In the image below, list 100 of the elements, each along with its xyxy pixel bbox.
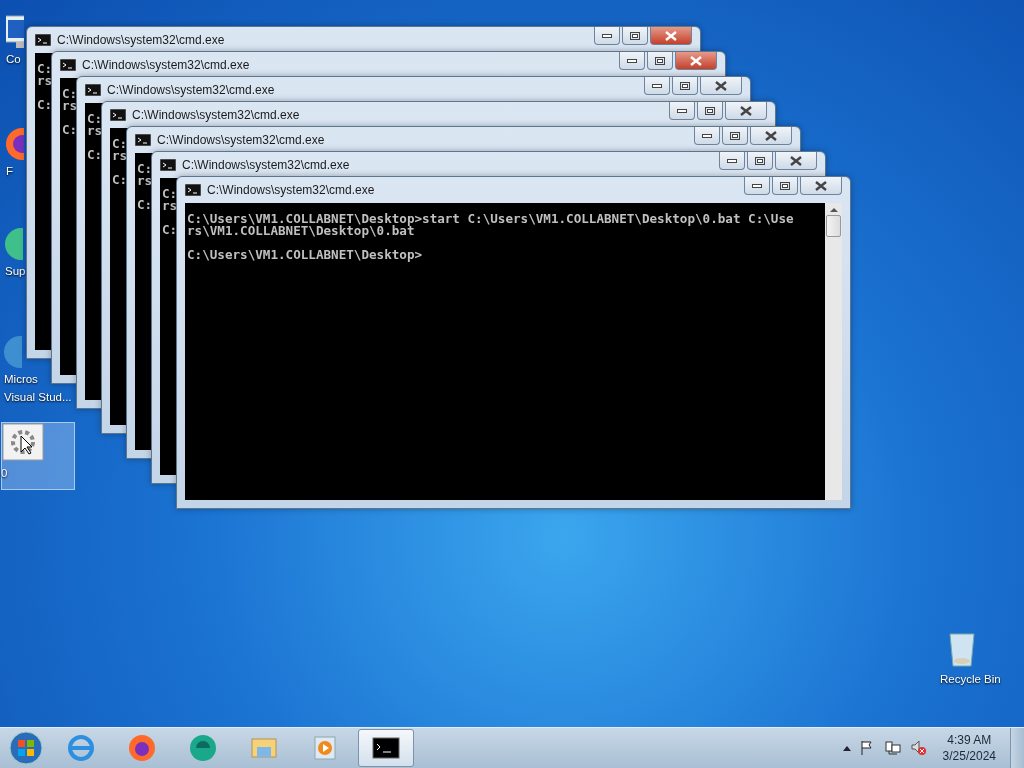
scroll-up-icon [829,207,838,213]
minimize-button[interactable] [619,52,645,70]
minimize-button[interactable] [669,102,695,120]
window-title: C:\Windows\system32\cmd.exe [157,133,326,147]
show-hidden-icons[interactable] [842,745,851,751]
console-icon [185,184,201,196]
console-line: C: [112,138,128,150]
clock[interactable]: 4:39 AM 3/25/2024 [936,732,1002,764]
console-icon [160,159,176,171]
minimize-icon [627,58,637,63]
maximize-icon [705,106,715,115]
close-icon [765,130,777,141]
console-line: C: [137,163,153,175]
window-title: C:\Windows\system32\cmd.exe [57,33,226,47]
console-line: C:\Users\VM1.COLLABNET\Desktop> [187,249,423,261]
close-icon [740,105,752,116]
maximize-icon [755,156,765,165]
console-line: C: [87,113,103,125]
window-title: C:\Windows\system32\cmd.exe [207,183,376,197]
console-icon [135,134,151,146]
minimize-button[interactable] [744,177,770,195]
maximize-button[interactable] [747,152,773,170]
maximize-icon [680,81,690,90]
maximize-button[interactable] [622,27,648,45]
maximize-button[interactable] [647,52,673,70]
up-arrow-icon [842,745,851,751]
maximize-icon [655,56,665,65]
close-button[interactable] [800,177,842,195]
console-line: rs\VM1.COLLABNET\Desktop\0.bat [187,225,415,237]
minimize-icon [752,183,762,188]
maximize-icon [630,31,640,40]
minimize-icon [727,158,737,163]
console-line: C: [162,224,178,236]
maximize-button[interactable] [697,102,723,120]
console-line: C: [87,149,103,161]
icon-label: Visual Stud... [4,390,72,404]
volume-tray-button[interactable] [910,740,927,756]
window-title: C:\Windows\system32\cmd.exe [182,158,351,172]
console-icon [60,59,76,71]
icon-label: Co [6,52,21,66]
window-title: C:\Windows\system32\cmd.exe [107,83,276,97]
console-icon [35,34,51,46]
minimize-icon [602,33,612,38]
close-button[interactable] [675,52,717,70]
clock-time: 4:39 AM [947,732,992,748]
console-line: rs [112,150,128,162]
browser-icon [66,733,96,763]
flag-tray-button[interactable] [860,741,875,755]
taskbar-app[interactable] [358,729,414,767]
minimize-icon [652,83,662,88]
scrollbar[interactable] [825,203,842,500]
console-icon [110,109,126,121]
console-line: C: [62,124,78,136]
console-line: C: [162,188,178,200]
console-line: C: [62,88,78,100]
close-icon [690,55,702,66]
maximize-icon [780,181,790,190]
app-icon [188,733,218,763]
close-icon [715,80,727,91]
window-title: C:\Windows\system32\cmd.exe [132,108,301,122]
close-button[interactable] [725,102,767,120]
console-line: rs [87,125,103,137]
console-line: C: [37,63,53,75]
close-button[interactable] [650,27,692,45]
console-icon [85,84,101,96]
close-button[interactable] [750,127,792,145]
muted-speaker-icon [910,740,927,756]
scroll-thumb[interactable] [826,215,841,237]
firefox-icon [127,733,157,763]
console-line: rs [137,175,153,187]
network-icon [884,741,901,755]
maximize-button[interactable] [672,77,698,95]
minimize-button[interactable] [719,152,745,170]
close-button[interactable] [700,77,742,95]
close-icon [815,180,827,191]
console-line: C: [112,174,128,186]
console-line: C: [137,199,153,211]
icon-label: 0 [1,466,8,480]
icon-label: Sup [5,264,26,278]
clock-date: 3/25/2024 [942,748,996,764]
minimize-icon [677,108,687,113]
maximize-button[interactable] [772,177,798,195]
window-title: C:\Windows\system32\cmd.exe [82,58,251,72]
minimize-button[interactable] [594,27,620,45]
close-button[interactable] [775,152,817,170]
console-line: C: [37,99,53,111]
console-line: rs [37,75,53,87]
icon-label: Recycle Bin [940,672,1001,686]
icon-label: F [6,164,14,178]
maximize-button[interactable] [722,127,748,145]
minimize-button[interactable] [644,77,670,95]
minimize-button[interactable] [694,127,720,145]
maximize-icon [730,131,740,140]
close-icon [665,30,677,41]
console-line: C:\Users\VM1.COLLABNET\Desktop>start C:\Users\VM1.COLLABNET\Desktop\0.bat C:\Use [187,213,794,225]
windows-logo-icon [9,731,43,765]
flag-icon [860,741,875,755]
close-icon [790,155,802,166]
network-tray-button[interactable] [884,741,901,755]
minimize-icon [702,133,712,138]
